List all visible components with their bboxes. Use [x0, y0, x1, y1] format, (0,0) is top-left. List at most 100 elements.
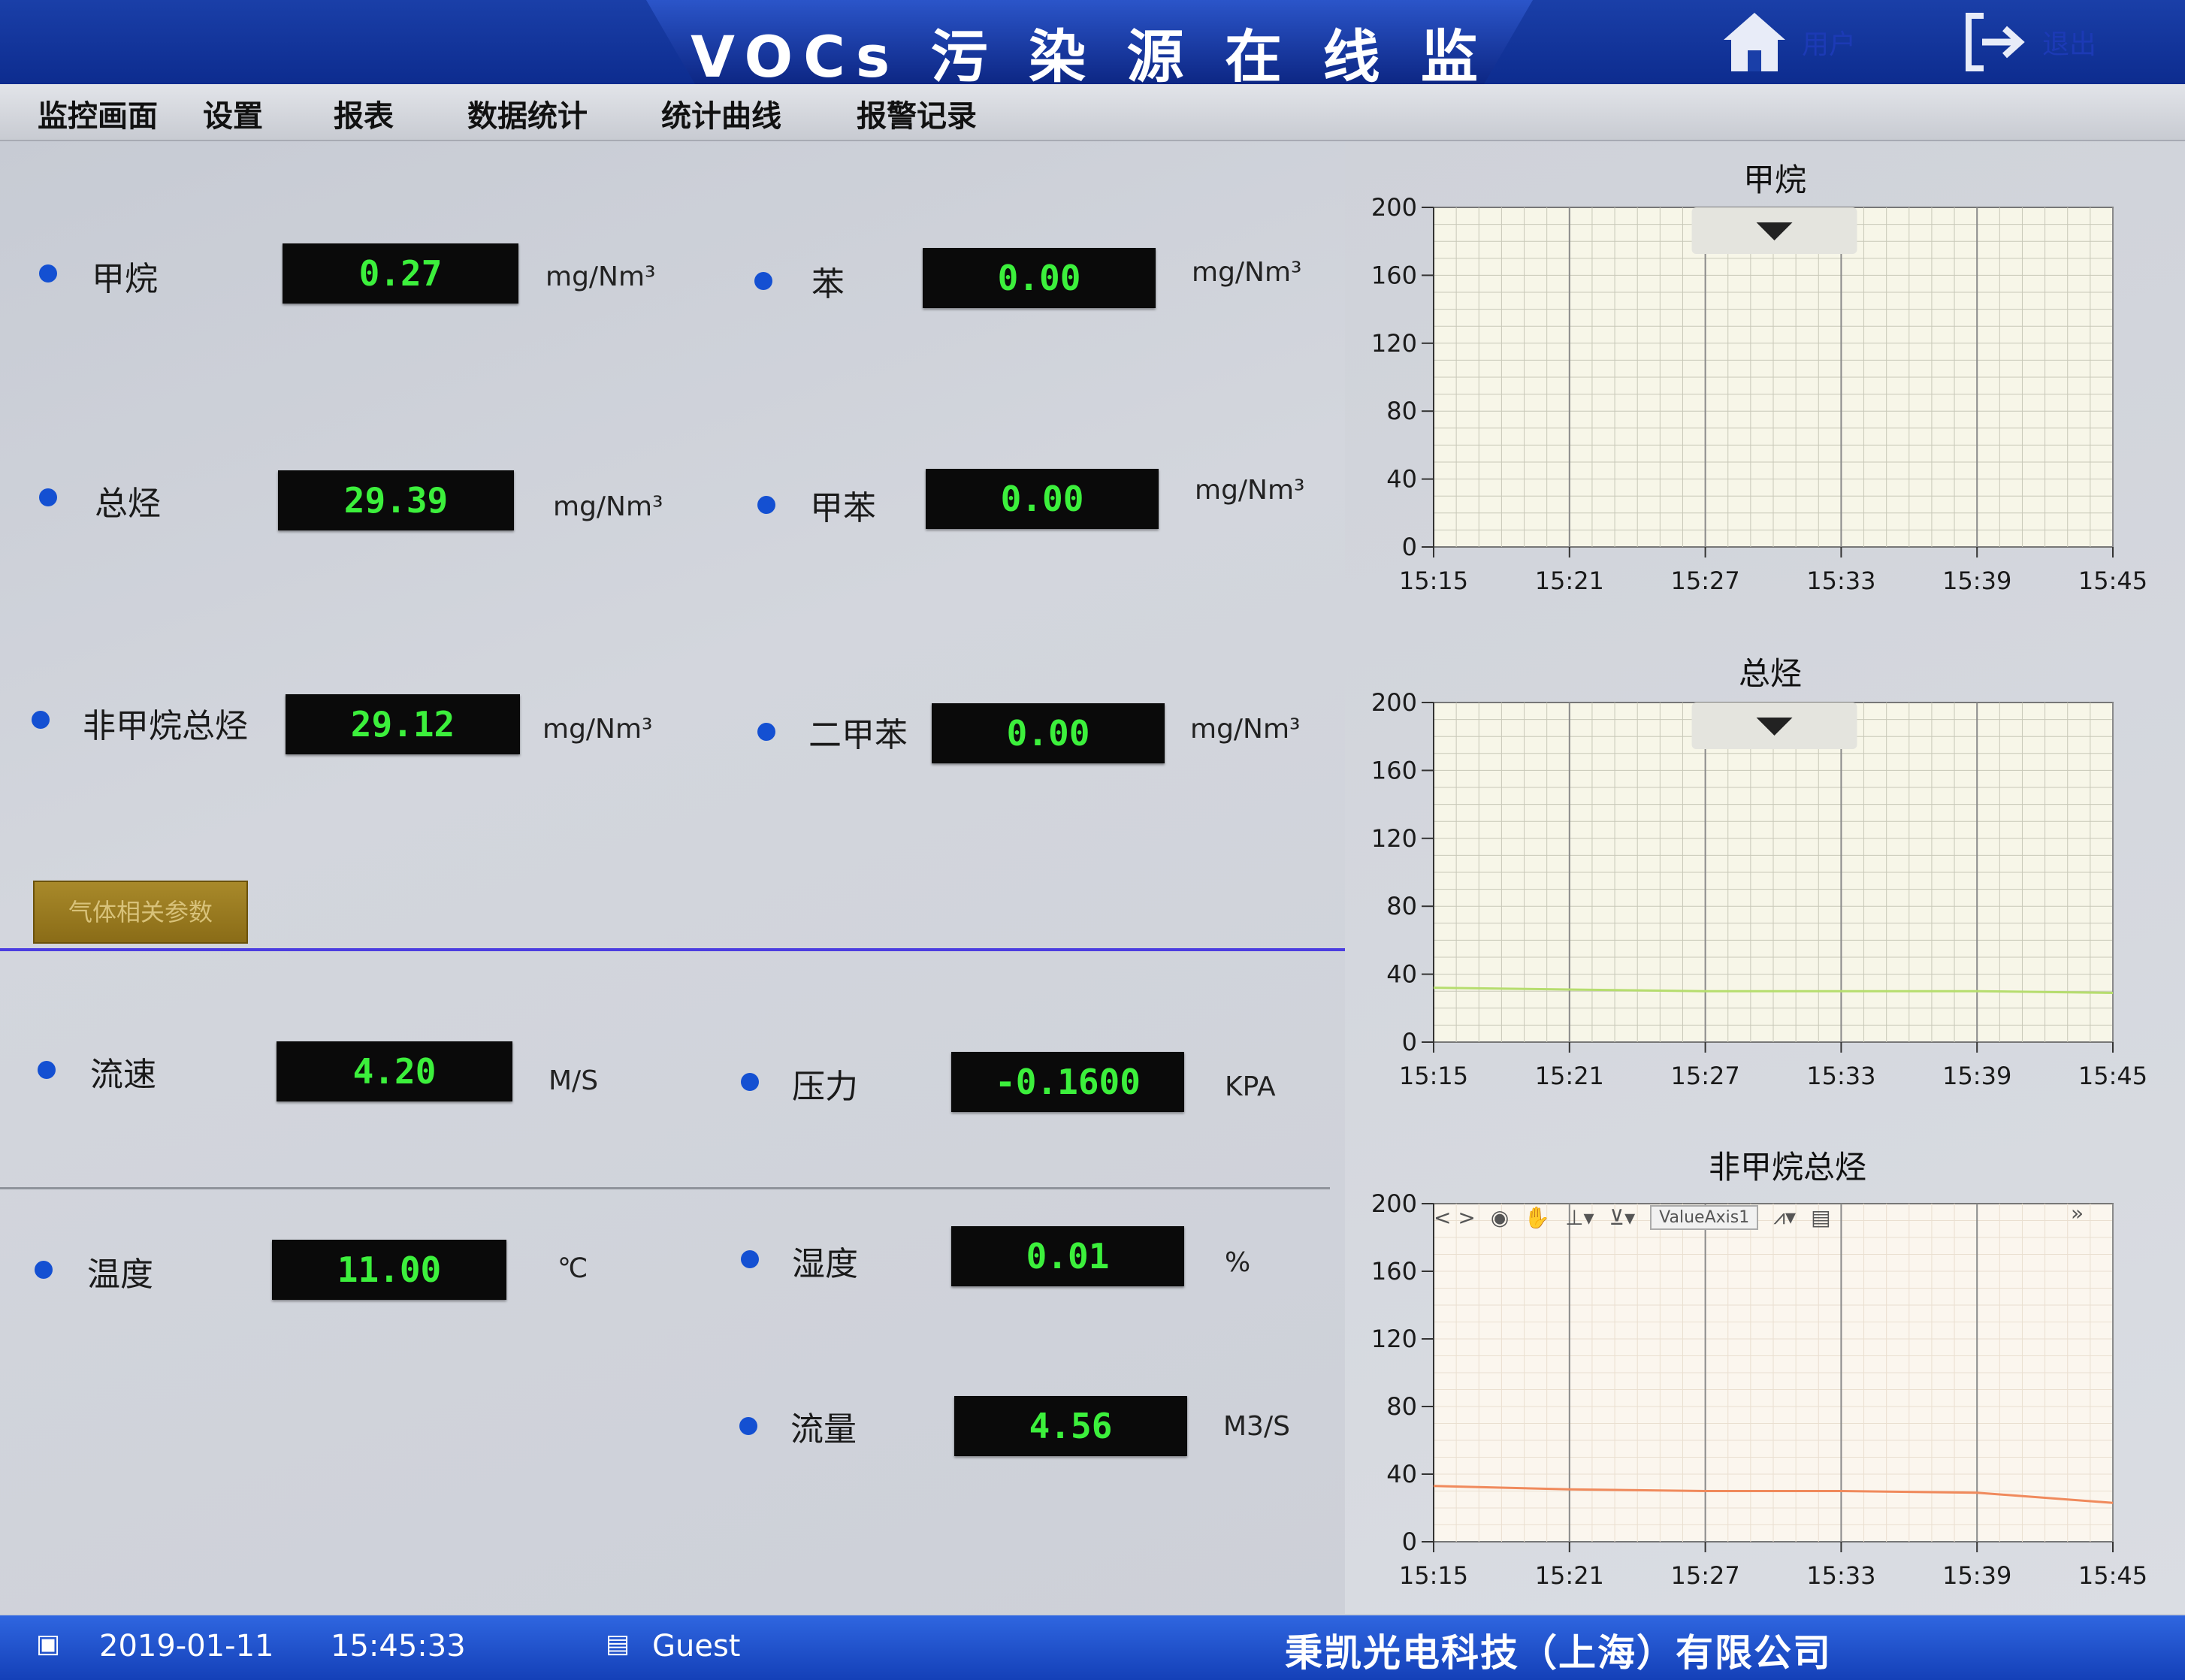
y-tick-label: 0	[1402, 1527, 1417, 1556]
status-dot	[39, 264, 57, 283]
scroll-icon[interactable]: < >	[1434, 1205, 1476, 1230]
home-button[interactable]: 用户	[1721, 6, 1856, 78]
param-label: 苯	[811, 265, 845, 304]
param-label: 总烃	[95, 485, 161, 523]
y-tick-label: 80	[1386, 892, 1417, 920]
y-tick-label: 160	[1371, 756, 1417, 784]
param-value: 0.00	[932, 703, 1165, 763]
x-tick-label: 15:45	[2078, 1062, 2147, 1090]
param-unit: M3/S	[1223, 1411, 1290, 1442]
param-label: 温度	[87, 1255, 153, 1294]
status-dot	[754, 272, 772, 290]
param-label: 流量	[790, 1410, 857, 1449]
menu-item-stat-curve[interactable]: 统计曲线	[661, 92, 781, 135]
chart-nmhc: 非甲烷总烃 15:15 15:21 15:27 15:33 15:39 15:45 0 40 8…	[1345, 1127, 2185, 1615]
x-tick-label: 15:27	[1670, 1561, 1739, 1590]
table-icon[interactable]: ▤	[1811, 1205, 1830, 1230]
exit-label: 退出	[2042, 29, 2097, 60]
status-dot	[757, 496, 775, 514]
menu-item-alarm-log[interactable]: 报警记录	[857, 92, 977, 135]
x-tick-label: 15:27	[1670, 567, 1739, 595]
y-tick-label: 40	[1386, 465, 1417, 494]
x-tick-label: 15:21	[1535, 1561, 1604, 1590]
param-unit: mg/Nm³	[542, 714, 653, 745]
axis-select[interactable]: ValueAxis1	[1650, 1204, 1759, 1230]
mouse-icon[interactable]: ◉	[1491, 1205, 1509, 1230]
x-tick-label: 15:15	[1399, 1561, 1468, 1590]
x-tick-label: 15:39	[1942, 1561, 2011, 1590]
title-plate: VOCs 污 染 源 在 线 监 测 系 统	[646, 0, 1533, 92]
y-tick-label: 160	[1371, 1257, 1417, 1286]
param-unit: mg/Nm³	[1195, 475, 1305, 506]
section-divider	[0, 948, 1345, 951]
y-tick-label: 120	[1371, 824, 1417, 853]
x-tick-label: 15:39	[1942, 567, 2011, 595]
menu-item-settings[interactable]: 设置	[203, 92, 263, 135]
home-label: 用户	[1802, 29, 1857, 60]
status-dot	[39, 488, 57, 506]
param-value: 0.01	[951, 1226, 1184, 1286]
parameter-panel	[0, 141, 1345, 1614]
chart-total-hydrocarbon: 总烃 15:15 15:21 15:27 15:33 15:39 15:45 0 40 80 12…	[1345, 635, 2185, 1116]
status-dot	[32, 711, 50, 729]
chart-type-icon[interactable]: ⩘▾	[1773, 1204, 1796, 1230]
x-tick-label: 15:39	[1942, 1062, 2011, 1090]
more-icon[interactable]: »	[2071, 1201, 2084, 1225]
x-tick-label: 15:15	[1399, 1062, 1468, 1090]
param-value: 4.56	[954, 1396, 1187, 1456]
y-tick-label: 80	[1386, 1392, 1417, 1421]
param-unit: mg/Nm³	[545, 261, 656, 292]
exit-button[interactable]: 退出	[1961, 6, 2096, 78]
menu-item-data-stats[interactable]: 数据统计	[467, 92, 588, 135]
param-value: 4.20	[277, 1041, 512, 1101]
x-tick-label: 15:27	[1670, 1062, 1739, 1090]
x-tick-label: 15:21	[1535, 1062, 1604, 1090]
param-label: 湿度	[792, 1245, 858, 1283]
param-unit: mg/Nm³	[1192, 257, 1302, 288]
param-label: 压力	[792, 1068, 858, 1106]
x-tick-label: 15:15	[1399, 567, 1468, 595]
param-unit: mg/Nm³	[553, 491, 663, 522]
status-date: 2019-01-11	[99, 1629, 274, 1663]
title-bar: VOCs 污 染 源 在 线 监 测 系 统 用户 退出	[0, 0, 2185, 92]
y-tick-label: 160	[1371, 261, 1417, 289]
x-tick-label: 15:33	[1806, 1561, 1875, 1590]
user-icon: ▤	[606, 1629, 630, 1659]
param-value: 0.27	[283, 243, 518, 304]
y-tick-label: 80	[1386, 397, 1417, 425]
param-label: 流速	[90, 1056, 156, 1094]
status-dot	[741, 1250, 759, 1268]
y-tick-label: 40	[1386, 960, 1417, 989]
param-value: 29.12	[286, 694, 520, 754]
param-label: 非甲烷总烃	[83, 707, 248, 745]
menu-item-monitor[interactable]: 监控画面	[38, 92, 158, 135]
status-dot	[35, 1261, 53, 1279]
param-unit: %	[1225, 1247, 1251, 1278]
param-unit: ℃	[558, 1253, 588, 1284]
status-dot	[38, 1061, 56, 1079]
logout-icon	[1961, 8, 2029, 76]
chart-toolbar: < > ◉ ✋ ⊥▾ ⊻▾ ValueAxis1 ⩘▾ ▤	[1434, 1196, 1960, 1238]
line-chart[interactable]: 15:15 15:21 15:27 15:33 15:39 15:45 0 40 80 120 16…	[1345, 635, 2185, 1116]
status-dot	[757, 723, 775, 741]
zoom-y-icon[interactable]: ⊻▾	[1609, 1205, 1636, 1230]
hand-icon[interactable]: ✋	[1524, 1205, 1550, 1230]
gas-params-section-button[interactable]: 气体相关参数	[33, 881, 248, 944]
param-unit: KPA	[1225, 1071, 1276, 1102]
y-tick-label: 200	[1371, 688, 1417, 717]
y-tick-label: 200	[1371, 1189, 1417, 1218]
x-tick-label: 15:45	[2078, 1561, 2147, 1590]
param-value: -0.1600	[951, 1052, 1184, 1112]
param-value: 11.00	[272, 1240, 506, 1300]
y-tick-label: 40	[1386, 1460, 1417, 1488]
param-label: 甲烷	[92, 260, 158, 298]
param-value: 0.00	[923, 248, 1156, 308]
line-chart[interactable]: 15:15 15:21 15:27 15:33 15:39 15:45 0 40 80 120 16…	[1345, 141, 2185, 622]
menu-item-report[interactable]: 报表	[334, 92, 394, 135]
main-menu: 监控画面 设置 报表 数据统计 统计曲线 报警记录	[0, 84, 2185, 141]
y-tick-label: 0	[1402, 1028, 1417, 1056]
zoom-x-icon[interactable]: ⊥▾	[1565, 1205, 1594, 1230]
x-tick-label: 15:33	[1806, 1062, 1875, 1090]
company-name: 秉凯光电科技（上海）有限公司	[1285, 1631, 1832, 1675]
calendar-icon: ▣	[36, 1629, 61, 1659]
